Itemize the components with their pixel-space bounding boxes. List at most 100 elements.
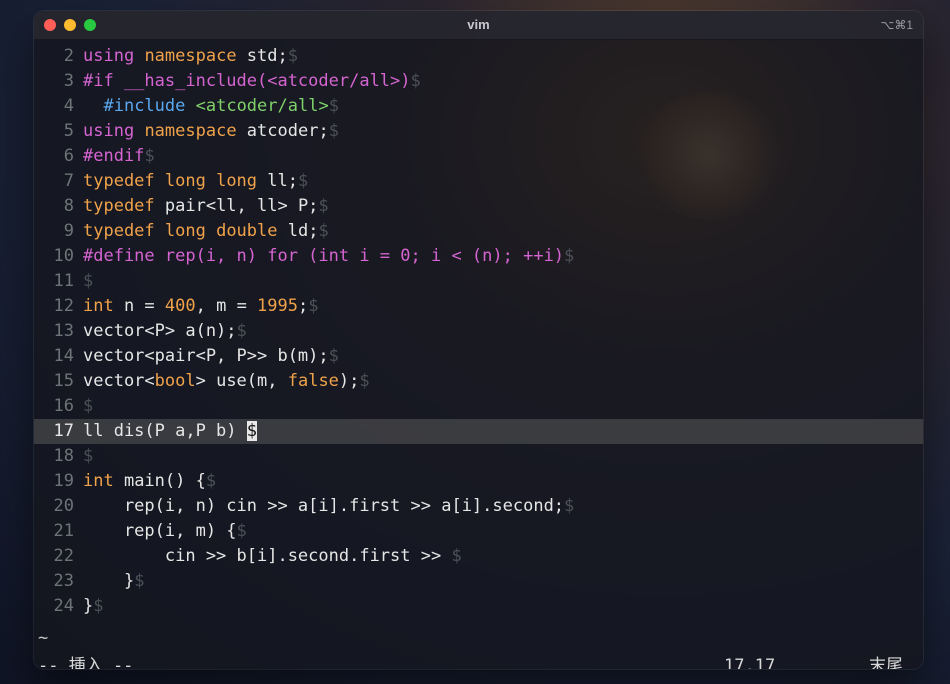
code-token: <atcoder/all> [195,96,329,116]
line-code: typedef long long ll;$ [83,169,308,194]
line-number: 21 [53,521,74,541]
code-line[interactable]: 7 typedef long long ll;$ [34,169,923,194]
line-code: using namespace atcoder;$ [83,119,339,144]
line-number: 8 [63,196,74,216]
line-number: 7 [63,171,74,191]
code-token: } [83,596,94,616]
line-number: 22 [53,546,74,566]
code-line[interactable]: 10 #define rep(i, n) for (int i = 0; i < … [34,244,923,269]
code-line[interactable]: 19 int main() {$ [34,469,923,494]
code-token: #if __has_include(<atcoder/all>) [83,71,411,91]
eol-marker: $ [83,271,94,291]
line-number: 4 [63,96,74,116]
line-number: 3 [63,71,74,91]
code-line[interactable]: 12 int n = 400, m = 1995;$ [34,294,923,319]
line-code: #define rep(i, n) for (int i = 0; i < (n… [83,244,574,269]
code-line[interactable]: 6 #endif$ [34,144,923,169]
line-number: 24 [53,596,74,616]
eol-marker: $ [236,321,247,341]
code-token: int [83,296,114,316]
line-number: 2 [63,46,74,66]
vim-editor[interactable]: 2 using namespace std; $ 3 #if __has_include… [34,44,923,619]
line-number: 9 [63,221,74,241]
line-number: 16 [53,396,74,416]
window-shortcut: ⌥⌘1 [880,18,913,32]
line-number: 19 [53,471,74,491]
code-line[interactable]: 11 $ [34,269,923,294]
code-token: rep(i, n) cin >> a[i].first >> a[i].seco… [83,496,565,516]
terminal-window: vim ⌥⌘1 2 using namespace std; $ 3 #if __has… [34,11,923,669]
line-code: $ [83,394,93,419]
line-code: $ [83,269,93,294]
line-number: 5 [63,121,74,141]
code-token: false [287,371,339,391]
code-token: using [83,121,135,141]
line-number: 18 [53,446,74,466]
eol-marker: $ [564,496,575,516]
vim-status-line: -- 挿入 -- 17,17 末尾 [38,654,913,669]
code-token: #define rep(i, n) for (int i = 0; i < (n… [83,246,565,266]
code-token: n = [113,296,165,316]
code-line[interactable]: 24 }$ [34,594,923,619]
line-code: }$ [83,594,104,619]
code-token: using [83,46,135,66]
code-line[interactable]: 14 vector<pair<P, P>> b(m);$ [34,344,923,369]
line-code: #endif$ [83,144,155,169]
line-code: #include <atcoder/all>$ [83,94,339,119]
eol-marker: $ [83,396,94,416]
code-token: bool [154,371,196,391]
code-line[interactable]: 13 vector<P> a(n);$ [34,319,923,344]
code-line[interactable]: 20 rep(i, n) cin >> a[i].first >> a[i].s… [34,494,923,519]
code-token: vector<pair<P, P>> b(m); [83,346,329,366]
code-token: atcoder; [236,121,329,141]
code-line[interactable]: 18 $ [34,444,923,469]
eol-marker: $ [451,546,462,566]
line-code: cin >> b[i].second.first >> $ [83,544,462,569]
code-line[interactable]: 22 cin >> b[i].second.first >> $ [34,544,923,569]
window-title: vim [467,17,490,32]
code-line[interactable]: 4 #include <atcoder/all>$ [34,94,923,119]
code-line[interactable]: 23 }$ [34,569,923,594]
code-line[interactable]: 15 vector<bool> use(m, false);$ [34,369,923,394]
code-token: 400 [164,296,196,316]
code-token: #include [103,96,186,116]
line-number: 17 [53,421,74,441]
eol-marker: $ [236,521,247,541]
empty-line-tilde: ~ [38,628,49,648]
code-line[interactable]: 9 typedef long double ld;$ [34,219,923,244]
line-number: 14 [53,346,74,366]
code-line[interactable]: 3 #if __has_include(<atcoder/all>)$ [34,69,923,94]
code-token: namespace [144,121,237,141]
current-line[interactable]: 17 ll dis(P a,P b) $ [34,419,923,444]
code-token: std; [236,46,288,66]
code-token: long double [164,221,278,241]
line-number: 12 [53,296,74,316]
code-token: ll dis(P a,P b) [83,421,247,441]
code-line[interactable]: 2 using namespace std;$ [34,44,923,69]
code-token: typedef [83,196,155,216]
code-line[interactable]: 8 typedef pair<ll, ll> P;$ [34,194,923,219]
code-line[interactable]: 21 rep(i, m) {$ [34,519,923,544]
cursor-position: 17,17 [724,656,776,669]
eol-marker: $ [134,571,145,591]
line-number: 10 [53,246,74,266]
code-token: ); [338,371,360,391]
line-code: vector<pair<P, P>> b(m);$ [83,344,339,369]
line-code: vector<P> a(n);$ [83,319,247,344]
line-code: vector<bool> use(m, false);$ [83,369,370,394]
code-token: ld; [277,221,319,241]
line-code: int n = 400, m = 1995;$ [83,294,319,319]
line-code: }$ [83,569,145,594]
code-token: > use(m, [195,371,288,391]
code-line[interactable]: 5 using namespace atcoder;$ [34,119,923,144]
eol-marker: $ [328,96,339,116]
line-number: 23 [53,571,74,591]
code-token: cin >> b[i].second.first >> [83,546,452,566]
code-token: } [83,571,135,591]
code-line[interactable]: 16 $ [34,394,923,419]
